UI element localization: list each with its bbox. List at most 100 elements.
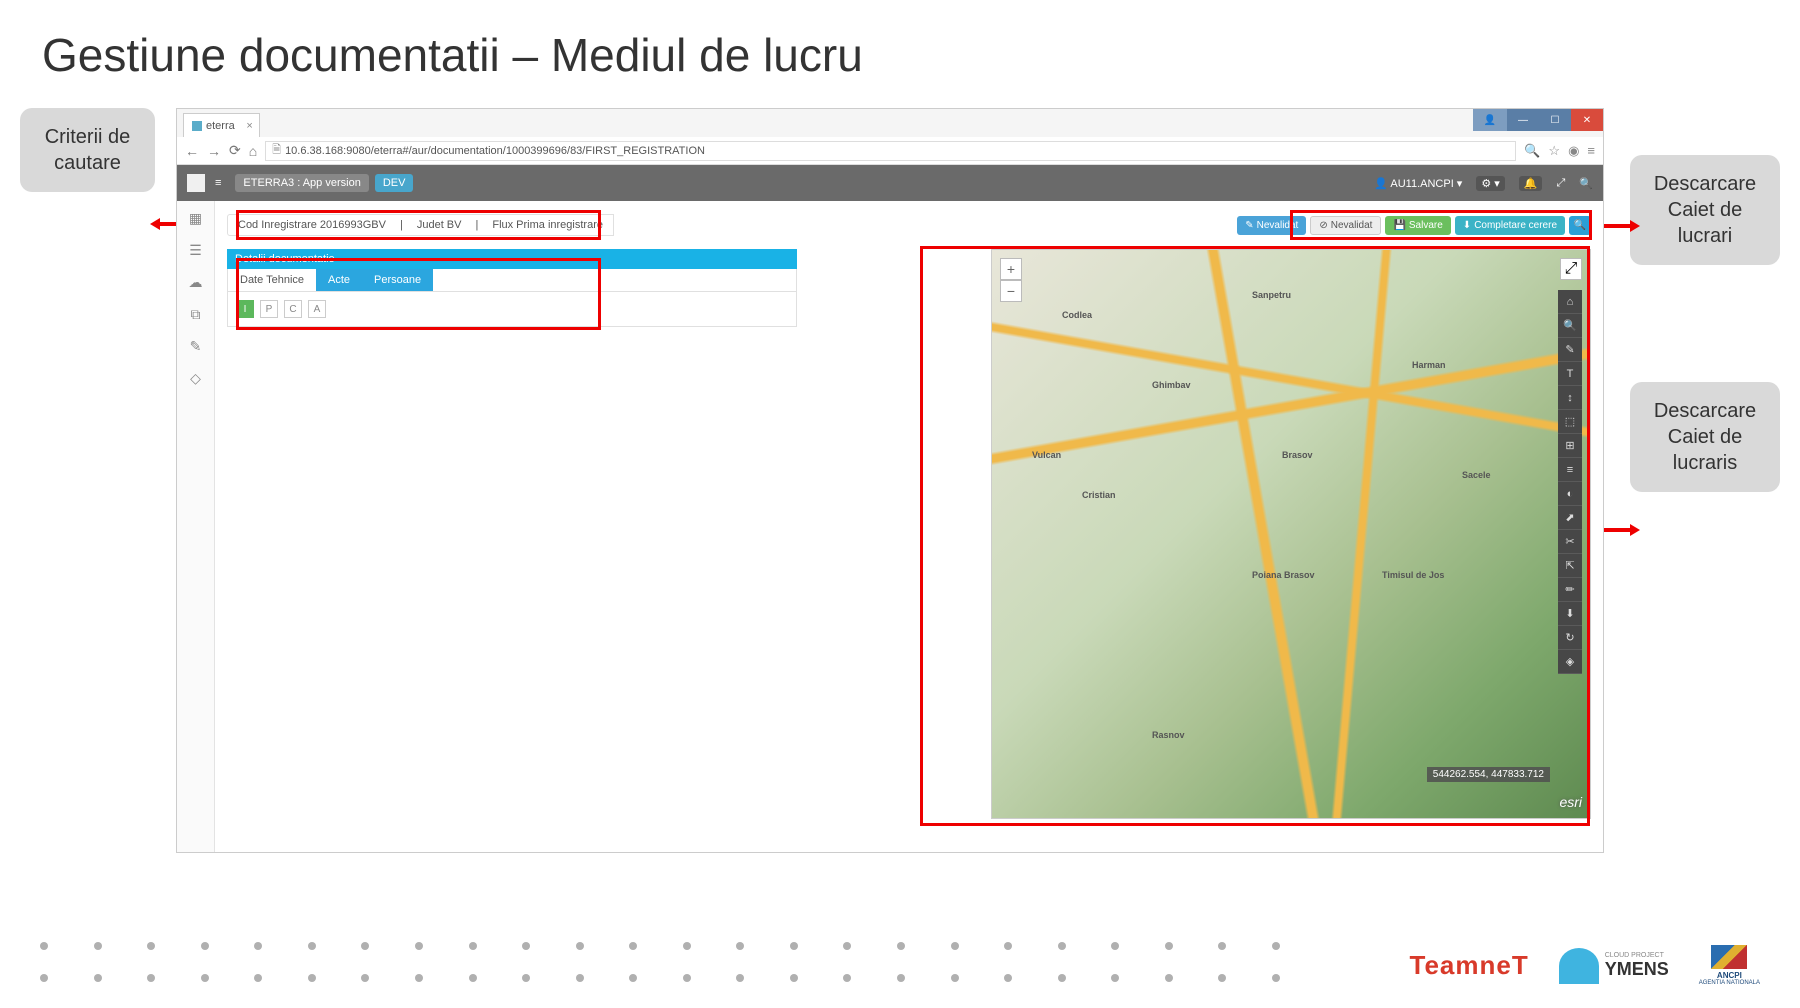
- map-toolbar: ⌂ 🔍 ✎ T ↕ ⬚ ⊞ ≡ ◐ ⬈ ✂ ⇱ ✏ ⬇ ↻ ◈: [1558, 290, 1582, 674]
- browser-tab[interactable]: eterra ×: [183, 113, 260, 137]
- map-attribution: esri: [1559, 794, 1582, 810]
- map-tool[interactable]: T: [1558, 362, 1582, 386]
- map-tool[interactable]: ↻: [1558, 626, 1582, 650]
- nevalidat-button[interactable]: ✎ Nevalidat: [1237, 216, 1306, 235]
- map-label: Brasov: [1282, 450, 1313, 460]
- info-bar: Cod Inregistrare 2016993GBV | Judet BV |…: [227, 211, 1591, 239]
- map-label: Harman: [1412, 360, 1446, 370]
- footer-dots: [40, 942, 1280, 950]
- map-roads: [992, 250, 1590, 818]
- map-label: Timisul de Jos: [1382, 570, 1444, 580]
- url-input[interactable]: 🗎 10.6.38.168:9080/eterra#/aur/documenta…: [265, 141, 1516, 161]
- salvare-button[interactable]: 💾 Salvare: [1385, 216, 1450, 235]
- ymens-sub: CLOUD PROJECT: [1605, 952, 1669, 959]
- map-tool[interactable]: ⊞: [1558, 434, 1582, 458]
- app-logo-icon[interactable]: [187, 174, 205, 192]
- close-icon[interactable]: ×: [246, 120, 252, 132]
- tab-date-tehnice[interactable]: Date Tehnice: [228, 269, 316, 291]
- teamnet-logo: TeamneT: [1410, 950, 1529, 981]
- breadcrumb[interactable]: ETERRA3 : App version: [235, 174, 368, 192]
- window-controls: 👤 — ☐ ✕: [1473, 109, 1603, 131]
- map-tool[interactable]: ✂: [1558, 530, 1582, 554]
- extension-icon[interactable]: ◉: [1568, 143, 1579, 159]
- home-button[interactable]: ⌂: [249, 143, 257, 159]
- map-tool[interactable]: ⬇: [1558, 602, 1582, 626]
- user-menu[interactable]: 👤 AU11.ANCPI ▾: [1374, 177, 1462, 190]
- action-c-button[interactable]: C: [284, 300, 302, 318]
- hamburger-icon[interactable]: ≡: [215, 177, 221, 189]
- ancpi-text: ANCPI: [1717, 971, 1742, 980]
- search-square-button[interactable]: 🔍: [1569, 216, 1591, 235]
- flux: Flux Prima inregistrare: [492, 219, 603, 231]
- map-label: Sacele: [1462, 470, 1491, 480]
- map-tool[interactable]: ◐: [1558, 482, 1582, 506]
- search-icon[interactable]: 🔍: [1579, 177, 1593, 190]
- sidebar-tag-icon[interactable]: ◇: [187, 369, 205, 387]
- map-label: Codlea: [1062, 310, 1092, 320]
- sidebar-cloud-icon[interactable]: ☁: [187, 273, 205, 291]
- sidebar-list-icon[interactable]: ☰: [187, 241, 205, 259]
- map-tool[interactable]: ⇱: [1558, 554, 1582, 578]
- slide-title: Gestiune documentatii – Mediul de lucru: [0, 0, 1800, 82]
- settings-icon[interactable]: ⚙ ▾: [1476, 176, 1504, 191]
- ymens-text: YMENS: [1605, 959, 1669, 980]
- forward-button[interactable]: →: [207, 143, 221, 159]
- ymens-icon: [1559, 948, 1599, 984]
- map-tool[interactable]: ⬈: [1558, 506, 1582, 530]
- ancpi-icon: [1711, 945, 1747, 969]
- zoom-out-button[interactable]: −: [1000, 280, 1022, 302]
- close-button[interactable]: ✕: [1571, 109, 1603, 131]
- url-text: 10.6.38.168:9080/eterra#/aur/documentati…: [285, 145, 705, 157]
- map-tool[interactable]: ⌂: [1558, 290, 1582, 314]
- sidebar: ▦ ☰ ☁ ⧉ ✎ ◇: [177, 201, 215, 852]
- favicon-icon: [192, 121, 202, 131]
- star-icon[interactable]: ☆: [1548, 143, 1560, 159]
- action-a-button[interactable]: A: [308, 300, 326, 318]
- app-toolbar: ≡ ETERRA3 : App version DEV 👤 AU11.ANCPI…: [177, 165, 1603, 201]
- browser-window: eterra × 👤 — ☐ ✕ ← → ⟳ ⌂ 🗎 10.6.38.168:9…: [176, 108, 1604, 853]
- map-tool[interactable]: ✎: [1558, 338, 1582, 362]
- env-badge: DEV: [375, 174, 414, 192]
- map-tool[interactable]: ⬚: [1558, 410, 1582, 434]
- arrow-right1: [1604, 224, 1632, 228]
- zoom-in-button[interactable]: +: [1000, 258, 1022, 280]
- map-label: Sanpetru: [1252, 290, 1291, 300]
- sidebar-stack-icon[interactable]: ⧉: [187, 305, 205, 323]
- user-icon[interactable]: 👤: [1473, 109, 1507, 131]
- zoom-icon[interactable]: 🔍: [1524, 143, 1540, 159]
- callout-descarcare-2: Descarcare Caiet de lucraris: [1630, 382, 1780, 492]
- completare-button[interactable]: ⬇ Completare cerere: [1455, 216, 1565, 235]
- detalii-panel: Detalii documentatie Date Tehnice Acte P…: [227, 249, 797, 327]
- reload-button[interactable]: ⟳: [229, 142, 241, 159]
- map-label: Poiana Brasov: [1252, 570, 1315, 580]
- footer-dots: [40, 974, 1280, 982]
- notification-icon[interactable]: 🔔: [1519, 176, 1543, 191]
- map-tool[interactable]: ≡: [1558, 458, 1582, 482]
- minimize-button[interactable]: —: [1507, 109, 1539, 131]
- ymens-logo: CLOUD PROJECT YMENS: [1559, 948, 1669, 984]
- map-coordinates: 544262.554, 447833.712: [1427, 767, 1550, 782]
- fullscreen-icon[interactable]: ⤢: [1556, 177, 1565, 190]
- map-tool[interactable]: ↕: [1558, 386, 1582, 410]
- map-tool[interactable]: ◈: [1558, 650, 1582, 674]
- tab-acte[interactable]: Acte: [316, 269, 362, 291]
- sidebar-grid-icon[interactable]: ▦: [187, 209, 205, 227]
- ancpi-sub: AGENTIA NATIONALA: [1699, 980, 1760, 986]
- ancpi-logo: ANCPI AGENTIA NATIONALA: [1699, 945, 1760, 986]
- callout-criterii: Criterii de cautare: [20, 108, 155, 192]
- maximize-button[interactable]: ☐: [1539, 109, 1571, 131]
- menu-icon[interactable]: ≡: [1587, 143, 1595, 159]
- map-label: Ghimbav: [1152, 380, 1191, 390]
- action-p-button[interactable]: P: [260, 300, 278, 318]
- map-tool[interactable]: 🔍: [1558, 314, 1582, 338]
- map-expand-button[interactable]: ⤢: [1560, 258, 1582, 280]
- sidebar-edit-icon[interactable]: ✎: [187, 337, 205, 355]
- tab-persoane[interactable]: Persoane: [362, 269, 433, 291]
- panel-header: Detalii documentatie: [227, 249, 797, 269]
- action-i-button[interactable]: I: [236, 300, 254, 318]
- map[interactable]: Codlea Sanpetru Ghimbav Harman Brasov Cr…: [991, 249, 1591, 819]
- nevalidat-grey-button[interactable]: ⊘ Nevalidat: [1310, 216, 1381, 235]
- back-button[interactable]: ←: [185, 143, 199, 159]
- arrow-right2: [1604, 528, 1632, 532]
- map-tool[interactable]: ✏: [1558, 578, 1582, 602]
